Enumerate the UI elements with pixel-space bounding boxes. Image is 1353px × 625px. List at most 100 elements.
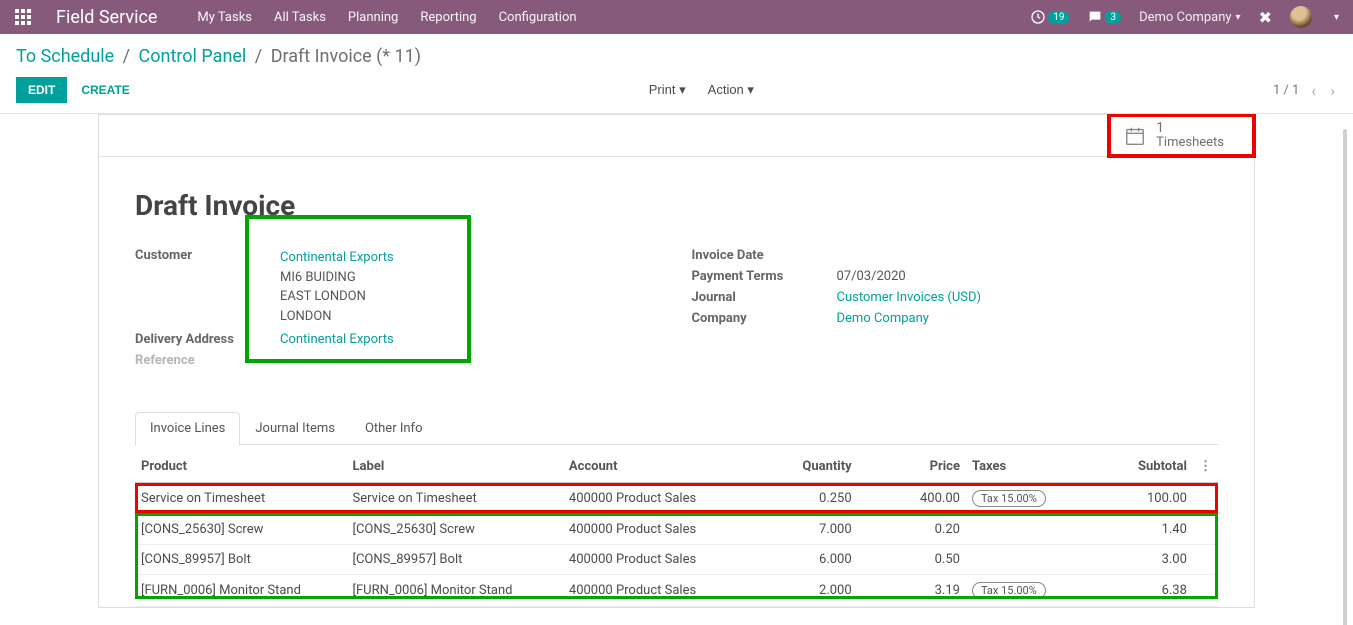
form-sheet: 1 Timesheets Draft Invoice Customer Cont… [98, 114, 1255, 608]
cell-taxes [966, 545, 1084, 575]
activities-button[interactable]: 19 [1030, 9, 1069, 25]
table-row[interactable]: [FURN_0006] Monitor Stand[FURN_0006] Mon… [135, 575, 1218, 607]
cell-product: [CONS_25630] Screw [135, 515, 347, 545]
timesheets-stat-button[interactable]: 1 Timesheets [1109, 115, 1254, 156]
tabs: Invoice Lines Journal Items Other Info [135, 412, 1218, 445]
customer-addr3: LONDON [280, 307, 662, 327]
nav-my-tasks[interactable]: My Tasks [197, 10, 252, 25]
journal-label: Journal [692, 290, 837, 305]
breadcrumb-row: To Schedule / Control Panel / Draft Invo… [0, 34, 1353, 67]
cell-quantity: 6.000 [759, 545, 858, 575]
tabs-area: Invoice Lines Journal Items Other Info P… [135, 412, 1218, 607]
create-button[interactable]: CREATE [81, 83, 129, 97]
breadcrumb-control-panel[interactable]: Control Panel [139, 46, 247, 67]
payment-terms-value: 07/03/2020 [837, 269, 1219, 284]
action-label: Action [708, 82, 744, 97]
discuss-badge: 3 [1105, 11, 1121, 24]
cell-account: 400000 Product Sales [563, 545, 759, 575]
discuss-button[interactable]: 3 [1087, 9, 1121, 25]
col-quantity[interactable]: Quantity [759, 451, 858, 483]
table-row[interactable]: Service on TimesheetService on Timesheet… [135, 483, 1218, 515]
breadcrumb-current: Draft Invoice (* 11) [271, 46, 421, 67]
company-link[interactable]: Demo Company [837, 311, 929, 326]
cell-account: 400000 Product Sales [563, 575, 759, 607]
reference-label: Reference [135, 353, 280, 368]
table-row[interactable]: [CONS_89957] Bolt[CONS_89957] Bolt400000… [135, 545, 1218, 575]
timesheets-count: 1 [1156, 121, 1224, 135]
calendar-icon [1124, 125, 1146, 147]
invoice-date-value [837, 248, 1219, 263]
print-dropdown[interactable]: Print ▾ [641, 78, 694, 102]
col-options[interactable]: ⋮ [1193, 451, 1218, 483]
caret-down-icon: ▾ [679, 82, 686, 97]
breadcrumb-sep: / [255, 46, 262, 67]
sheet-wrap: 1 Timesheets Draft Invoice Customer Cont… [0, 114, 1353, 625]
cell-price: 0.20 [858, 515, 966, 545]
cell-label: [CONS_89957] Bolt [347, 545, 563, 575]
cell-price: 400.00 [858, 483, 966, 515]
col-account[interactable]: Account [563, 451, 759, 483]
nav-all-tasks[interactable]: All Tasks [274, 10, 326, 25]
company-label: Company [692, 311, 837, 326]
cell-subtotal: 6.38 [1084, 575, 1193, 607]
col-taxes[interactable]: Taxes [966, 451, 1084, 483]
customer-link[interactable]: Continental Exports [280, 250, 394, 265]
journal-link[interactable]: Customer Invoices (USD) [837, 290, 982, 305]
chat-icon [1087, 9, 1103, 25]
cell-price: 0.50 [858, 545, 966, 575]
cell-subtotal: 100.00 [1084, 483, 1193, 515]
button-box: 1 Timesheets [99, 115, 1254, 157]
timesheets-label: Timesheets [1156, 135, 1224, 150]
caret-down-icon: ▾ [1236, 12, 1241, 23]
cell-label: [CONS_25630] Screw [347, 515, 563, 545]
nav-configuration[interactable]: Configuration [499, 10, 577, 25]
customer-addr1: MI6 BUIDING [280, 268, 662, 288]
tax-pill: Tax 15.00% [972, 582, 1046, 599]
cell-label: [FURN_0006] Monitor Stand [347, 575, 563, 607]
col-product[interactable]: Product [135, 451, 347, 483]
cell-quantity: 7.000 [759, 515, 858, 545]
customer-addr2: EAST LONDON [280, 287, 662, 307]
debug-button[interactable]: ✖ [1259, 8, 1272, 27]
invoice-date-label: Invoice Date [692, 248, 837, 263]
form-body: Draft Invoice Customer Continental Expor… [99, 157, 1254, 607]
cell-product: [CONS_89957] Bolt [135, 545, 347, 575]
reference-value [280, 353, 662, 368]
cell-price: 3.19 [858, 575, 966, 607]
breadcrumb: To Schedule / Control Panel / Draft Invo… [16, 46, 1337, 67]
action-dropdown[interactable]: Action ▾ [700, 78, 762, 102]
col-subtotal[interactable]: Subtotal [1084, 451, 1193, 483]
tab-journal-items[interactable]: Journal Items [240, 412, 350, 444]
col-label[interactable]: Label [347, 451, 563, 483]
app-brand[interactable]: Field Service [56, 7, 157, 28]
caret-down-icon: ▾ [747, 82, 754, 97]
company-switcher[interactable]: Demo Company ▾ [1139, 10, 1240, 25]
kebab-icon: ⋮ [1199, 459, 1212, 474]
delivery-link[interactable]: Continental Exports [280, 332, 394, 347]
apps-icon[interactable] [14, 8, 32, 26]
breadcrumb-sep: / [123, 46, 130, 67]
user-avatar[interactable] [1290, 6, 1312, 28]
table-wrap: Product Label Account Quantity Price Tax… [135, 451, 1218, 607]
nav-reporting[interactable]: Reporting [420, 10, 476, 25]
cell-quantity: 0.250 [759, 483, 858, 515]
invoice-lines-table: Product Label Account Quantity Price Tax… [135, 451, 1218, 607]
pager-prev-icon[interactable]: ‹ [1309, 81, 1318, 100]
nav-planning[interactable]: Planning [348, 10, 398, 25]
page-title: Draft Invoice [135, 189, 1218, 222]
col-price[interactable]: Price [858, 451, 966, 483]
tab-other-info[interactable]: Other Info [350, 412, 438, 444]
breadcrumb-to-schedule[interactable]: To Schedule [16, 46, 114, 67]
print-label: Print [649, 82, 676, 97]
pager-next-icon[interactable]: › [1328, 81, 1337, 100]
edit-button[interactable]: EDIT [16, 77, 67, 103]
nav-links: My Tasks All Tasks Planning Reporting Co… [197, 10, 576, 25]
right-column: Invoice Date Payment Terms 07/03/2020 Jo… [692, 248, 1219, 374]
cell-label: Service on Timesheet [347, 483, 563, 515]
cell-subtotal: 3.00 [1084, 545, 1193, 575]
table-row[interactable]: [CONS_25630] Screw[CONS_25630] Screw4000… [135, 515, 1218, 545]
tab-invoice-lines[interactable]: Invoice Lines [135, 412, 240, 445]
cell-taxes [966, 515, 1084, 545]
user-caret-icon: ▾ [1334, 12, 1339, 23]
tax-pill: Tax 15.00% [972, 490, 1046, 507]
